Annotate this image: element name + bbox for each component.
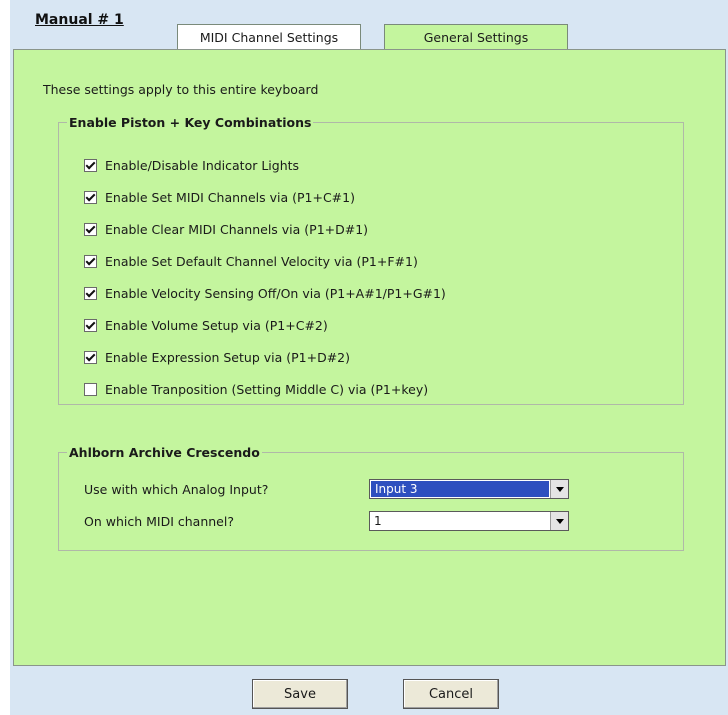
checkbox-label: Enable Set MIDI Channels via (P1+C#1) (105, 189, 355, 205)
checkbox[interactable] (84, 254, 97, 268)
analog-input-select[interactable]: Input 3 (369, 479, 569, 499)
checkbox-row[interactable]: Enable Clear MIDI Channels via (P1+D#1) (84, 219, 368, 239)
tab-midi-channel-settings[interactable]: MIDI Channel Settings (177, 24, 361, 49)
cancel-button[interactable]: Cancel (403, 679, 499, 709)
checkbox-row[interactable]: Enable Velocity Sensing Off/On via (P1+A… (84, 283, 446, 303)
tab-general-settings[interactable]: General Settings (384, 24, 568, 49)
save-button[interactable]: Save (252, 679, 348, 709)
panel-intro-text: These settings apply to this entire keyb… (43, 82, 319, 97)
select-value: Input 3 (371, 481, 549, 497)
checkbox[interactable] (84, 350, 97, 364)
checkbox-row[interactable]: Enable Expression Setup via (P1+D#2) (84, 347, 350, 367)
select-value: 1 (374, 514, 382, 528)
group-legend: Enable Piston + Key Combinations (69, 115, 312, 130)
checkbox[interactable] (84, 318, 97, 332)
ahlborn-crescendo-group: Ahlborn Archive Crescendo Use with which… (58, 445, 684, 551)
checkbox-row[interactable]: Enable Volume Setup via (P1+C#2) (84, 315, 328, 335)
checkbox-row[interactable]: Enable Tranposition (Setting Middle C) v… (84, 379, 428, 399)
checkbox[interactable] (84, 158, 97, 172)
checkbox[interactable] (84, 190, 97, 204)
dropdown-arrow-icon[interactable] (550, 480, 568, 498)
checkbox-row[interactable]: Enable Set MIDI Channels via (P1+C#1) (84, 187, 355, 207)
checkbox-row[interactable]: Enable/Disable Indicator Lights (84, 155, 299, 175)
checkbox-label: Enable Clear MIDI Channels via (P1+D#1) (105, 221, 369, 237)
checkbox[interactable] (84, 382, 97, 396)
checkbox-label: Enable Set Default Channel Velocity via … (105, 253, 418, 269)
analog-input-label: Use with which Analog Input? (84, 482, 269, 497)
general-settings-panel: These settings apply to this entire keyb… (13, 49, 726, 666)
piston-key-combinations-group: Enable Piston + Key Combinations Enable/… (58, 115, 684, 405)
checkbox-label: Enable/Disable Indicator Lights (105, 157, 300, 173)
checkbox-label: Enable Tranposition (Setting Middle C) v… (105, 381, 429, 397)
checkbox[interactable] (84, 222, 97, 236)
checkbox[interactable] (84, 286, 97, 300)
settings-window: Manual # 1 MIDI Channel Settings General… (10, 0, 728, 715)
midi-channel-select[interactable]: 1 (369, 511, 569, 531)
checkbox-label: Enable Volume Setup via (P1+C#2) (105, 317, 328, 333)
midi-channel-label: On which MIDI channel? (84, 514, 234, 529)
group-legend: Ahlborn Archive Crescendo (69, 445, 260, 460)
dropdown-arrow-icon[interactable] (550, 512, 568, 530)
checkbox-label: Enable Velocity Sensing Off/On via (P1+A… (105, 285, 446, 301)
checkbox-row[interactable]: Enable Set Default Channel Velocity via … (84, 251, 418, 271)
checkbox-label: Enable Expression Setup via (P1+D#2) (105, 349, 351, 365)
page-title: Manual # 1 (35, 12, 124, 28)
